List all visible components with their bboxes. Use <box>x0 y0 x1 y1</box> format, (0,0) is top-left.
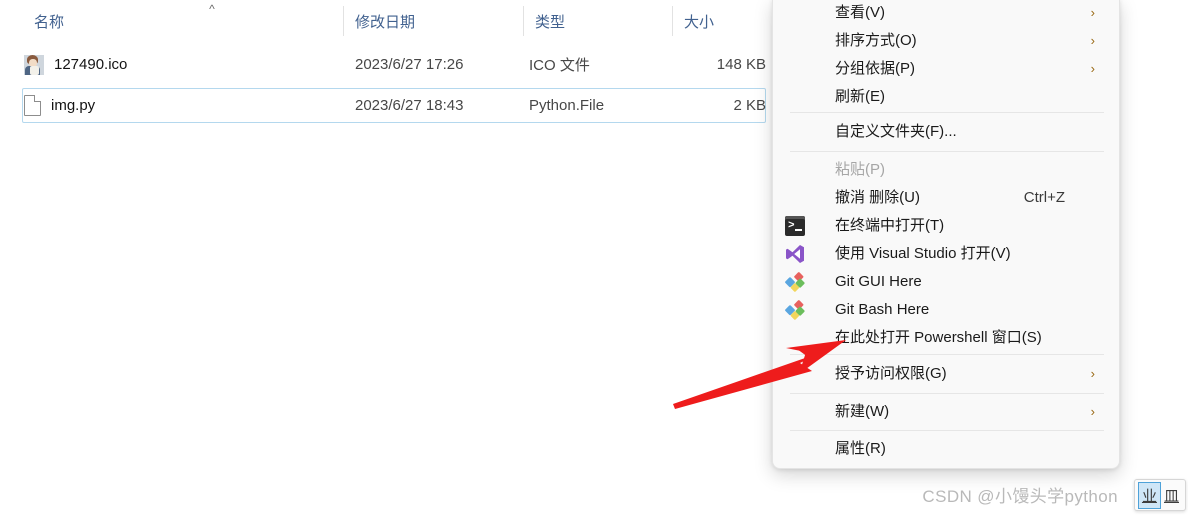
menu-item-undo-delete[interactable]: 撤消 删除(U) Ctrl+Z <box>777 184 1117 212</box>
menu-separator <box>790 151 1104 152</box>
menu-item-git-gui-here[interactable]: Git GUI Here <box>777 268 1117 296</box>
chevron-right-icon: › <box>1090 5 1095 20</box>
column-header-size-label: 大小 <box>684 13 715 31</box>
terminal-icon <box>785 216 805 236</box>
chevron-right-icon: › <box>1090 366 1095 381</box>
menu-item-grant-access[interactable]: 授予访问权限(G) › <box>777 360 1117 388</box>
menu-item-label: 在此处打开 Powershell 窗口(S) <box>835 329 1042 346</box>
file-size-cell: 148 KB <box>716 56 766 73</box>
column-header-row: 名称 ^ 修改日期 类型 大小 <box>0 0 790 42</box>
menu-item-open-in-terminal[interactable]: 在终端中打开(T) <box>777 212 1117 240</box>
ime-candidate-selected[interactable]: 业 <box>1137 481 1161 509</box>
menu-item-label: 粘贴(P) <box>835 161 885 178</box>
column-header-name-label: 名称 <box>34 13 65 31</box>
menu-item-label: 查看(V) <box>835 4 885 21</box>
chevron-right-icon: › <box>1090 61 1095 76</box>
csdn-watermark: CSDN @小馒头学python <box>922 487 1118 506</box>
file-modified-cell: 2023/6/27 18:43 <box>355 97 464 114</box>
column-header-type-label: 类型 <box>535 13 566 31</box>
column-header-modified-label: 修改日期 <box>355 13 416 31</box>
context-menu: 查看(V) › 排序方式(O) › 分组依据(P) › 刷新(E) 自定义文件夹… <box>772 0 1120 469</box>
table-row[interactable]: 127490.ico 2023/6/27 17:26 ICO 文件 148 KB <box>0 44 790 85</box>
sort-ascending-caret-icon: ^ <box>209 2 215 16</box>
column-header-name[interactable]: 名称 ^ <box>22 0 343 42</box>
menu-item-git-bash-here[interactable]: Git Bash Here <box>777 296 1117 324</box>
file-modified-cell: 2023/6/27 17:26 <box>355 56 464 73</box>
menu-separator <box>790 393 1104 394</box>
menu-item-label: 授予访问权限(G) <box>835 365 947 382</box>
visual-studio-icon <box>785 244 805 264</box>
file-explorer-pane: 名称 ^ 修改日期 类型 大小 127490.ico 2023/6/27 17:… <box>0 0 790 519</box>
menu-item-customize-folder[interactable]: 自定义文件夹(F)... <box>777 118 1117 146</box>
menu-item-label: 刷新(E) <box>835 88 885 105</box>
menu-item-label: Git Bash Here <box>835 301 930 318</box>
menu-item-label: Git GUI Here <box>835 273 922 290</box>
chevron-right-icon: › <box>1090 404 1095 419</box>
ime-candidate-overlay[interactable]: 业 皿 <box>1133 479 1186 511</box>
image-thumbnail-icon <box>24 54 44 75</box>
menu-item-label: 分组依据(P) <box>835 60 915 77</box>
menu-item-label: 自定义文件夹(F)... <box>835 123 957 140</box>
menu-separator <box>790 430 1104 431</box>
menu-item-new[interactable]: 新建(W) › <box>777 398 1117 426</box>
menu-item-shortcut: Ctrl+Z <box>1023 189 1065 206</box>
file-name-cell[interactable]: 127490.ico <box>24 44 127 85</box>
menu-item-open-with-visual-studio[interactable]: 使用 Visual Studio 打开(V) <box>777 240 1117 268</box>
menu-item-sort-by[interactable]: 排序方式(O) › <box>777 27 1117 55</box>
menu-item-refresh[interactable]: 刷新(E) <box>777 83 1117 111</box>
menu-item-properties[interactable]: 属性(R) <box>777 435 1117 463</box>
menu-item-label: 使用 Visual Studio 打开(V) <box>835 245 1011 262</box>
menu-item-label: 排序方式(O) <box>835 32 917 49</box>
column-header-modified[interactable]: 修改日期 <box>343 0 523 42</box>
menu-item-label: 在终端中打开(T) <box>835 217 945 234</box>
file-size-cell: 2 KB <box>733 97 766 114</box>
file-name-label: img.py <box>51 97 96 114</box>
menu-item-label: 撤消 删除(U) <box>835 189 920 206</box>
menu-separator <box>790 112 1104 113</box>
generic-file-icon <box>24 95 41 116</box>
ime-candidate[interactable]: 皿 <box>1161 483 1182 508</box>
file-type-cell: Python.File <box>529 97 605 114</box>
column-header-type[interactable]: 类型 <box>523 0 672 42</box>
menu-item-label: 属性(R) <box>835 440 886 457</box>
menu-item-label: 新建(W) <box>835 403 890 420</box>
chevron-right-icon: › <box>1090 33 1095 48</box>
menu-item-paste: 粘贴(P) <box>777 156 1117 184</box>
menu-separator <box>790 354 1104 355</box>
file-name-cell[interactable]: img.py <box>24 85 95 126</box>
git-icon <box>785 300 805 320</box>
table-row[interactable]: img.py 2023/6/27 18:43 Python.File 2 KB <box>0 85 790 126</box>
git-icon <box>785 272 805 292</box>
file-name-label: 127490.ico <box>54 56 128 73</box>
menu-item-view[interactable]: 查看(V) › <box>777 0 1117 27</box>
menu-item-open-powershell-here[interactable]: 在此处打开 Powershell 窗口(S) <box>777 324 1117 352</box>
menu-item-group-by[interactable]: 分组依据(P) › <box>777 55 1117 83</box>
file-type-cell: ICO 文件 <box>529 57 590 74</box>
column-header-size[interactable]: 大小 <box>672 0 782 42</box>
